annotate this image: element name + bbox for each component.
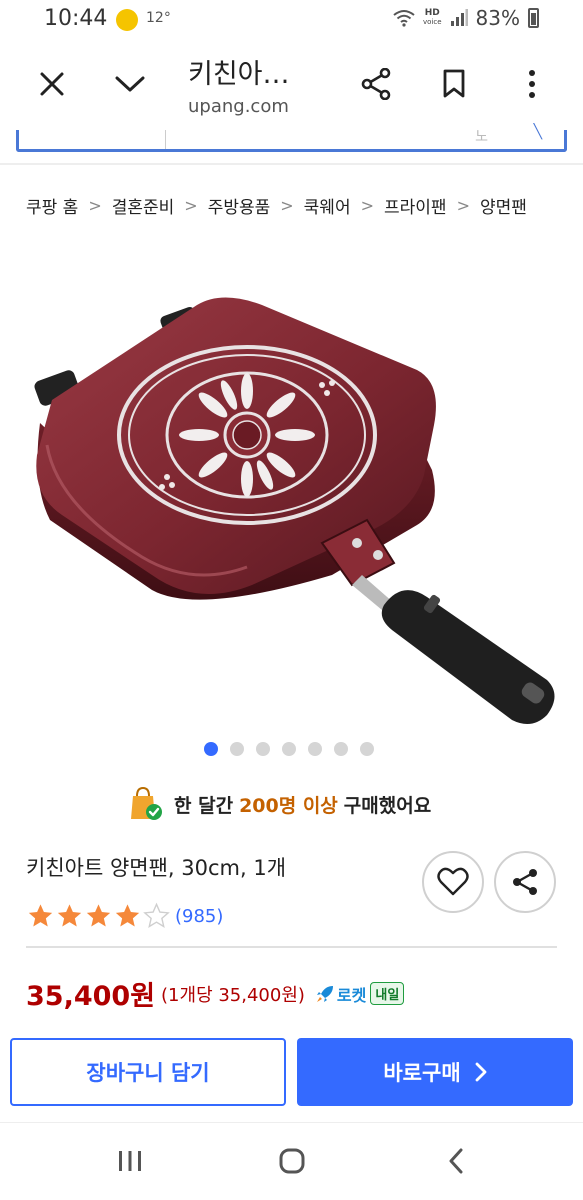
share-icon bbox=[361, 68, 391, 100]
image-pagination bbox=[204, 742, 374, 756]
buy-now-label: 바로구매 bbox=[383, 1061, 461, 1085]
status-bar: 10:44 12° HD voice 83% bbox=[0, 0, 583, 42]
more-options-button[interactable] bbox=[508, 60, 556, 108]
purchase-suffix: 구매했어요 bbox=[343, 794, 432, 817]
recent-apps-icon bbox=[119, 1151, 141, 1171]
star-filled-icon bbox=[28, 904, 53, 927]
battery-icon bbox=[528, 8, 539, 28]
wishlist-button[interactable] bbox=[422, 851, 484, 913]
rocket-label: 로켓 bbox=[336, 985, 367, 1005]
more-vertical-icon bbox=[529, 70, 535, 98]
buy-now-button[interactable]: 바로구매 bbox=[297, 1038, 573, 1106]
home-icon bbox=[279, 1148, 305, 1174]
pagination-dot[interactable] bbox=[360, 742, 374, 756]
breadcrumb-item[interactable]: 주방용품 bbox=[208, 193, 271, 218]
status-indicators: HD voice 83% bbox=[393, 6, 539, 30]
status-notification: 12° bbox=[146, 10, 171, 26]
chevron-right-icon: > bbox=[280, 196, 294, 215]
breadcrumb-item[interactable]: 쿡웨어 bbox=[304, 193, 351, 218]
battery-percent: 83% bbox=[475, 6, 520, 30]
volte-label: voice bbox=[423, 18, 442, 26]
breadcrumb-item[interactable]: 양면팬 bbox=[480, 193, 527, 218]
breadcrumb-item[interactable]: 결혼준비 bbox=[112, 193, 175, 218]
breadcrumb-item[interactable]: 프라이팬 bbox=[384, 193, 447, 218]
pagination-dot-active[interactable] bbox=[204, 742, 218, 756]
heart-icon bbox=[437, 867, 469, 896]
rocket-delivery-badge: 로켓 bbox=[315, 982, 366, 1006]
purchase-count: 200명 이상 bbox=[239, 794, 338, 817]
chevron-right-icon: > bbox=[184, 196, 198, 215]
add-to-cart-button[interactable]: 장바구니 담기 bbox=[10, 1038, 286, 1106]
chevron-down-icon bbox=[115, 76, 145, 92]
chevron-right-icon: > bbox=[456, 196, 470, 215]
share-icon bbox=[513, 869, 537, 895]
search-icon[interactable]: ╲ bbox=[534, 124, 542, 140]
search-divider bbox=[165, 130, 166, 149]
recent-apps-button[interactable] bbox=[106, 1141, 154, 1181]
rocket-icon bbox=[316, 985, 333, 1002]
system-navigation-bar bbox=[0, 1122, 583, 1200]
price-row: 35,400원 (1개당 35,400원) 로켓 내일 bbox=[26, 974, 405, 1013]
share-button[interactable] bbox=[352, 60, 400, 108]
purchase-prefix: 한 달간 bbox=[174, 794, 234, 817]
page-title: 키친아… bbox=[188, 59, 290, 90]
signal-icon bbox=[450, 9, 468, 26]
search-bar[interactable]: 노 ╲ bbox=[16, 124, 567, 152]
pagination-dot[interactable] bbox=[282, 742, 296, 756]
bookmark-button[interactable] bbox=[430, 60, 478, 108]
purchase-count-notice: 한 달간 200명 이상 구매했어요 bbox=[128, 786, 431, 822]
wifi-icon bbox=[393, 10, 415, 27]
product-share-button[interactable] bbox=[494, 851, 556, 913]
pagination-dot[interactable] bbox=[308, 742, 322, 756]
chevron-right-icon: > bbox=[360, 196, 374, 215]
header-divider bbox=[0, 163, 583, 165]
app-notification-icon bbox=[116, 9, 138, 31]
star-filled-icon bbox=[57, 904, 82, 927]
breadcrumb-item-home[interactable]: 쿠팡 홈 bbox=[26, 193, 78, 218]
page-url: upang.com bbox=[188, 96, 289, 117]
star-filled-icon bbox=[86, 904, 111, 927]
browser-toolbar: 키친아… upang.com bbox=[0, 42, 583, 132]
hd-voice-badge: HD voice bbox=[423, 9, 442, 27]
chevron-right-icon: > bbox=[88, 196, 102, 215]
hd-label: HD bbox=[424, 8, 440, 18]
minimize-button[interactable] bbox=[106, 60, 154, 108]
star-empty-icon bbox=[143, 902, 170, 928]
unit-price: (1개당 35,400원) bbox=[161, 984, 305, 1006]
delivery-badge: 내일 bbox=[370, 982, 405, 1005]
pagination-dot[interactable] bbox=[230, 742, 244, 756]
star-filled-icon bbox=[115, 904, 140, 927]
shopping-bag-check-icon bbox=[131, 786, 162, 820]
back-icon bbox=[449, 1148, 463, 1174]
search-partial-text: 노 bbox=[475, 129, 488, 145]
pagination-dot[interactable] bbox=[334, 742, 348, 756]
review-count[interactable]: (985) bbox=[175, 906, 223, 927]
product-title: 키친아트 양면팬, 30cm, 1개 bbox=[26, 856, 287, 880]
status-time: 10:44 bbox=[44, 6, 108, 31]
close-icon bbox=[40, 72, 64, 96]
pagination-dot[interactable] bbox=[256, 742, 270, 756]
sale-price: 35,400원 bbox=[26, 981, 156, 1012]
product-photo bbox=[34, 297, 555, 724]
product-image[interactable] bbox=[22, 275, 567, 740]
breadcrumb: 쿠팡 홈 > 결혼준비 > 주방용품 > 쿡웨어 > 프라이팬 > 양면팬 bbox=[26, 193, 527, 218]
home-button[interactable] bbox=[268, 1141, 316, 1181]
chevron-right-icon bbox=[475, 1062, 487, 1082]
section-divider bbox=[26, 946, 557, 948]
back-button[interactable] bbox=[432, 1141, 480, 1181]
close-button[interactable] bbox=[28, 60, 76, 108]
bookmark-icon bbox=[443, 69, 465, 98]
product-rating[interactable]: (985) bbox=[26, 902, 223, 930]
add-to-cart-label: 장바구니 담기 bbox=[86, 1061, 210, 1085]
